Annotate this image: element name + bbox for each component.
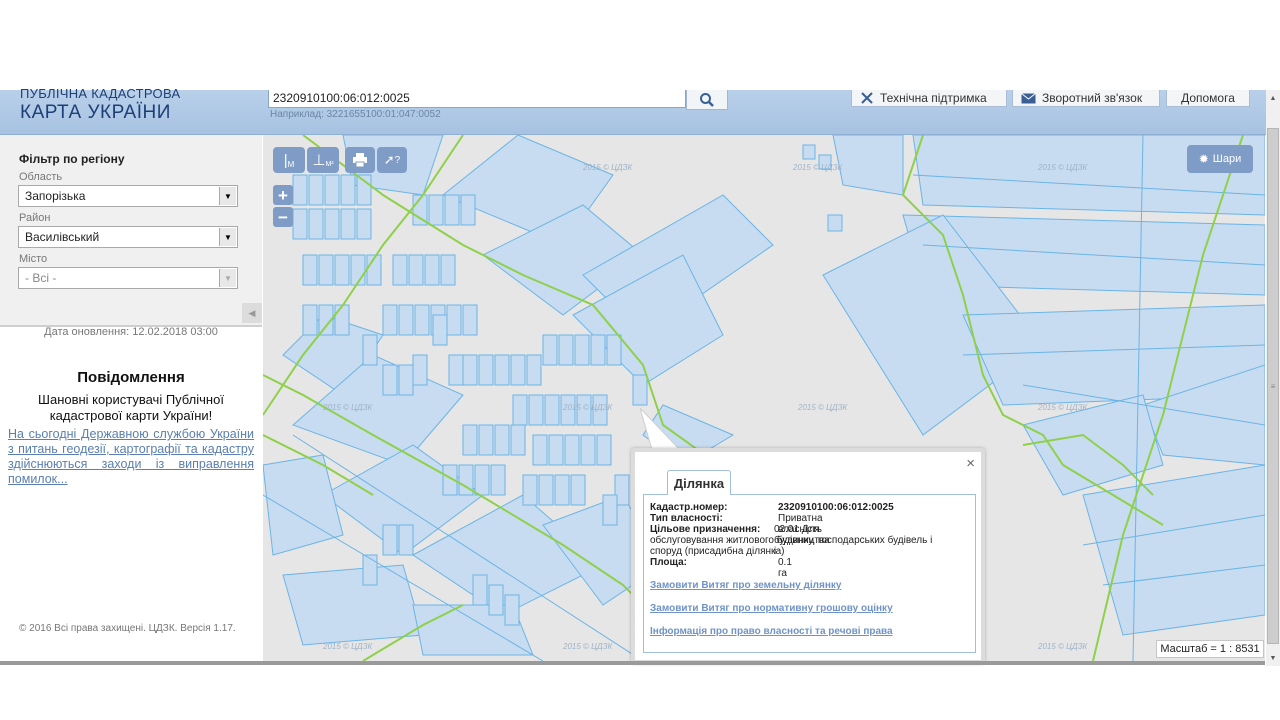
rayon-label: Район bbox=[19, 212, 51, 224]
measure-length-unit: M bbox=[287, 159, 295, 169]
map-bottom-border bbox=[0, 661, 1265, 665]
zoom-in-button[interactable]: + bbox=[273, 185, 293, 205]
watermark: 2015 © ЦДЗК bbox=[1037, 403, 1088, 412]
row-ownership-type: Тип власності: Приватна власність bbox=[650, 513, 823, 535]
row-value: 0.1 га bbox=[778, 557, 792, 579]
scrollbar-thumb[interactable]: ≡ bbox=[1267, 128, 1279, 644]
feedback-button[interactable]: Зворотний зв'язок bbox=[1012, 90, 1160, 107]
chevron-down-icon: ▼ bbox=[219, 228, 236, 246]
notification-greeting: Шановні користувачі Публічної кадастрово… bbox=[38, 392, 224, 423]
help-button[interactable]: Допомога bbox=[1166, 90, 1250, 107]
row-key: Площа: bbox=[650, 557, 687, 568]
update-date: Дата оновлення: 12.02.2018 03:00 bbox=[44, 326, 218, 338]
scale-label: Масштаб = 1 : 8531 bbox=[1156, 640, 1264, 658]
sidebar: Фільтр по регіону Область Запорізька ▼ Р… bbox=[0, 135, 262, 645]
watermark: 2015 © ЦДЗК bbox=[562, 403, 613, 412]
notification-link[interactable]: На сьогодні Державною службою України з … bbox=[8, 427, 254, 487]
region-filter-panel: Фільтр по регіону Область Запорізька ▼ Р… bbox=[0, 135, 262, 327]
search-example: Наприклад: 3221655100:01:047:0052 bbox=[270, 109, 441, 120]
close-icon[interactable]: × bbox=[966, 455, 975, 472]
measure-area-unit: M² bbox=[325, 160, 334, 168]
feedback-label: Зворотний зв'язок bbox=[1042, 91, 1143, 105]
oblast-value: Запорізька bbox=[25, 189, 86, 203]
watermark: 2015 © ЦДЗК bbox=[322, 642, 373, 651]
watermark: 2015 © ЦДЗК bbox=[1037, 642, 1088, 651]
scroll-down-icon[interactable]: ▼ bbox=[1266, 650, 1280, 666]
row-purpose-cont: обслуговування житлового будинку, господ… bbox=[650, 535, 933, 546]
chevron-down-icon: ▼ bbox=[219, 269, 236, 287]
identify-icon: ➚ bbox=[383, 152, 395, 167]
misto-value: - Всі - bbox=[25, 271, 57, 285]
row-cadastral-number: Кадастр.номер: 2320910100:06:012:0025 bbox=[650, 502, 894, 513]
watermark: 2015 © ЦДЗК bbox=[582, 163, 633, 172]
measure-length-button[interactable]: | M bbox=[273, 147, 305, 173]
logo-line1: ПУБЛІЧНА КАДАСТРОВА bbox=[20, 86, 181, 101]
header: ПУБЛІЧНА КАДАСТРОВА КАРТА УКРАЇНИ 232091… bbox=[0, 86, 1266, 135]
row-key: Цільове призначення: bbox=[650, 524, 761, 535]
watermark: 2015 © ЦДЗК bbox=[797, 403, 848, 412]
tech-support-button[interactable]: Технічна підтримка bbox=[851, 90, 1007, 107]
copyright: © 2016 Всі права захищені. ЦДЗК. Версія … bbox=[19, 623, 236, 634]
row-area: Площа: 0.1 га bbox=[650, 557, 792, 579]
cadastral-search-input[interactable]: 2320910100:06:012:0025 bbox=[268, 90, 686, 108]
tools-icon bbox=[861, 92, 873, 104]
ownership-info-link[interactable]: Інформація про право власності та речові… bbox=[650, 626, 893, 637]
misto-label: Місто bbox=[19, 253, 48, 265]
order-extract-link[interactable]: Замовити Витяг про земельну ділянку bbox=[650, 580, 841, 591]
notification-title: Повідомлення bbox=[77, 369, 185, 386]
layers-button[interactable]: ✹ Шари bbox=[1187, 145, 1253, 173]
rayon-select[interactable]: Василівський ▼ bbox=[18, 226, 238, 248]
row-purpose: Цільове призначення: 02.01 Для будівницт… bbox=[650, 524, 830, 557]
watermark: 2015 © ЦДЗК bbox=[562, 642, 613, 651]
zoom-out-button[interactable]: − bbox=[273, 207, 293, 227]
popup-pointer bbox=[640, 408, 680, 451]
scroll-up-icon[interactable]: ▲ bbox=[1266, 90, 1280, 106]
parcel-info-body: Кадастр.номер: 2320910100:06:012:0025 Ти… bbox=[643, 494, 976, 653]
order-valuation-link[interactable]: Замовити Витяг про нормативну грошову оц… bbox=[650, 603, 893, 614]
collapse-sidebar-button[interactable]: ◀ bbox=[242, 303, 262, 323]
row-key: Кадастр.номер: bbox=[650, 502, 728, 513]
tab-parcel[interactable]: Ділянка bbox=[667, 470, 731, 495]
print-icon bbox=[353, 153, 367, 167]
oblast-label: Область bbox=[19, 171, 63, 183]
watermark: 2015 © ЦДЗК bbox=[322, 403, 373, 412]
blank-area bbox=[0, 0, 1280, 90]
measure-area-button[interactable]: ⊥ M² bbox=[307, 147, 339, 173]
oblast-select[interactable]: Запорізька ▼ bbox=[18, 185, 238, 207]
logo-line2: КАРТА УКРАЇНИ bbox=[20, 102, 171, 123]
print-button[interactable] bbox=[345, 147, 375, 173]
identify-label: ? bbox=[394, 154, 401, 166]
envelope-icon bbox=[1021, 92, 1036, 103]
identify-button[interactable]: ➚? bbox=[377, 147, 407, 173]
search-icon bbox=[700, 92, 714, 107]
page-scrollbar[interactable]: ▲ ≡ ▼ bbox=[1266, 90, 1280, 666]
rayon-value: Василівський bbox=[25, 230, 100, 244]
tech-support-label: Технічна підтримка bbox=[880, 91, 987, 105]
row-purpose-cont: споруд (присадибна ділянка) bbox=[650, 546, 785, 557]
filter-title: Фільтр по регіону bbox=[19, 152, 125, 166]
watermark: 2015 © ЦДЗК bbox=[1037, 163, 1088, 172]
chevron-down-icon: ▼ bbox=[219, 187, 236, 205]
row-value: 2320910100:06:012:0025 bbox=[778, 502, 894, 513]
chevron-left-icon: ◀ bbox=[248, 307, 256, 318]
search-button[interactable] bbox=[686, 90, 728, 110]
layers-label: Шари bbox=[1212, 153, 1242, 165]
gear-icon: ✹ bbox=[1198, 152, 1209, 166]
watermark: 2015 © ЦДЗК bbox=[792, 163, 843, 172]
parcel-info-popup: × Ділянка Кадастр.номер: 2320910100:06:0… bbox=[631, 448, 985, 664]
measure-area-icon: ⊥ bbox=[312, 152, 326, 169]
row-key: Тип власності: bbox=[650, 513, 723, 524]
misto-select[interactable]: - Всі - ▼ bbox=[18, 267, 238, 289]
help-label: Допомога bbox=[1181, 91, 1235, 105]
